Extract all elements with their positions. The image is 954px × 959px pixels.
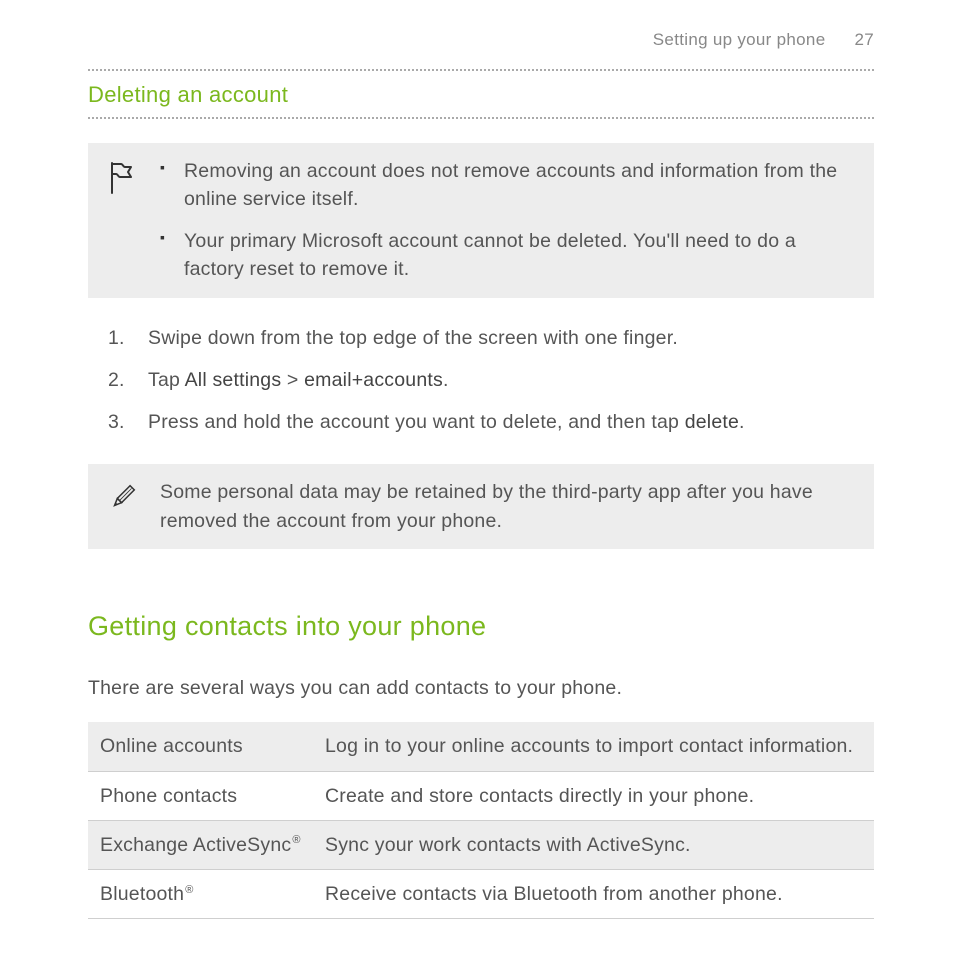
step-text: Press and hold the account you want to d…: [148, 411, 685, 433]
step-text: .: [443, 369, 449, 391]
table-label-text: Online accounts: [100, 735, 243, 757]
page-number: 27: [854, 30, 874, 49]
table-desc: Receive contacts via Bluetooth from anot…: [313, 870, 874, 919]
step-text: Swipe down from the top edge of the scre…: [148, 327, 678, 349]
header-title: Setting up your phone: [653, 30, 826, 49]
step-bold: All settings: [185, 369, 282, 391]
section-heading-delete: Deleting an account: [88, 71, 874, 117]
table-label: Phone contacts: [88, 771, 313, 820]
list-item: Removing an account does not remove acco…: [160, 157, 858, 214]
callout-pencil: Some personal data may be retained by th…: [88, 464, 874, 549]
dotted-rule-bottom: [88, 117, 874, 119]
list-item: Swipe down from the top edge of the scre…: [98, 324, 874, 352]
table-desc: Sync your work contacts with ActiveSync.: [313, 820, 874, 869]
callout-bullets: Removing an account does not remove acco…: [160, 157, 858, 284]
list-item: Your primary Microsoft account cannot be…: [160, 227, 858, 284]
flag-icon: [108, 157, 136, 284]
table-row: Online accounts Log in to your online ac…: [88, 722, 874, 771]
callout-flag: Removing an account does not remove acco…: [88, 143, 874, 298]
step-text: Tap: [148, 369, 185, 391]
list-item: Tap All settings > email+accounts.: [98, 366, 874, 394]
table-row: Phone contacts Create and store contacts…: [88, 771, 874, 820]
step-bold: delete: [685, 411, 739, 433]
pencil-icon: [108, 478, 136, 535]
step-text: .: [739, 411, 745, 433]
list-item: Press and hold the account you want to d…: [98, 408, 874, 436]
table-label-text: Bluetooth: [100, 883, 184, 905]
table-label-text: Exchange ActiveSync: [100, 834, 291, 856]
table-label: Exchange ActiveSync®: [88, 820, 313, 869]
table-desc: Log in to your online accounts to import…: [313, 722, 874, 771]
reg-mark: ®: [292, 834, 300, 846]
table-label-text: Phone contacts: [100, 785, 237, 807]
table-row: Exchange ActiveSync® Sync your work cont…: [88, 820, 874, 869]
steps-list: Swipe down from the top edge of the scre…: [88, 324, 874, 437]
intro-text: There are several ways you can add conta…: [88, 674, 874, 702]
table-row: Bluetooth® Receive contacts via Bluetoot…: [88, 870, 874, 919]
callout-note-text: Some personal data may be retained by th…: [160, 478, 858, 535]
step-bold: email+accounts: [304, 369, 443, 391]
step-text: >: [281, 369, 304, 391]
reg-mark: ®: [185, 884, 193, 896]
page-header: Setting up your phone 27: [88, 28, 874, 53]
contacts-methods-table: Online accounts Log in to your online ac…: [88, 722, 874, 919]
table-label: Bluetooth®: [88, 870, 313, 919]
table-desc: Create and store contacts directly in yo…: [313, 771, 874, 820]
table-label: Online accounts: [88, 722, 313, 771]
section-heading-contacts: Getting contacts into your phone: [88, 607, 874, 646]
